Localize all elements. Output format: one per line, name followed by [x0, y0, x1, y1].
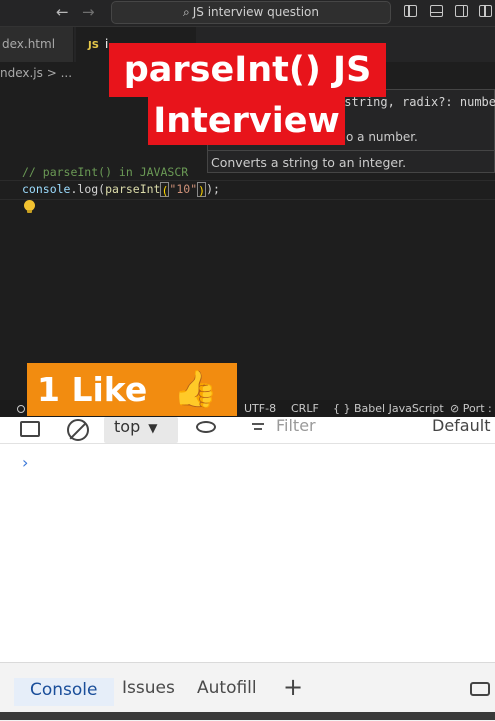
status-language[interactable]: { } Babel JavaScript — [333, 400, 444, 417]
search-text: JS interview question — [192, 5, 319, 19]
signature-text: string, radix?: numbe — [344, 95, 495, 109]
hover-doc: Converts a string to an integer. — [211, 155, 407, 170]
code-token: parseInt — [105, 182, 161, 196]
command-center-search[interactable]: ⌕ JS interview question — [111, 1, 391, 24]
code-comment-line: // parseInt() in JAVASCR — [22, 165, 189, 179]
js-file-icon: JS — [88, 40, 99, 51]
drawer-tab-issues[interactable]: Issues — [122, 678, 175, 698]
hover-description: o a number. — [346, 130, 418, 144]
caret-down-icon: ▼ — [148, 421, 158, 435]
status-encoding[interactable]: UTF-8 — [244, 400, 276, 417]
filter-input[interactable]: Filter — [276, 417, 316, 435]
toggle-primary-sidebar-icon[interactable] — [404, 5, 417, 17]
console-prompt-icon: › — [22, 453, 29, 472]
code-console-log-line: console.log(parseInt("10")); — [22, 181, 220, 198]
live-expression-eye-icon[interactable] — [196, 421, 216, 433]
like-badge: 1 Like 👍 — [27, 363, 237, 416]
console-output[interactable]: › — [0, 444, 495, 662]
overlay-title-line-1: parseInt() JS — [109, 43, 386, 97]
tab-label: i — [104, 37, 109, 51]
toggle-panel-icon[interactable] — [430, 5, 443, 17]
bracket-match: ) — [197, 182, 207, 198]
tab-label: dex.html — [2, 37, 56, 51]
toggle-secondary-sidebar-icon[interactable] — [455, 5, 468, 17]
drawer-tab-console[interactable]: Console — [14, 678, 114, 706]
dock-side-icon[interactable] — [470, 682, 490, 696]
customize-layout-icon[interactable] — [479, 5, 492, 17]
title-bar: ← → ⌕ JS interview question — [0, 0, 495, 27]
filter-icon — [252, 423, 264, 431]
code-string: "10" — [169, 182, 198, 196]
lightbulb-icon[interactable] — [24, 200, 35, 213]
log-levels-dropdown[interactable]: Default — [432, 417, 490, 435]
broadcast-icon[interactable] — [14, 400, 28, 417]
forward-arrow-icon[interactable]: → — [82, 3, 95, 21]
back-arrow-icon[interactable]: ← — [56, 3, 69, 21]
show-sidebar-icon[interactable] — [20, 421, 40, 437]
context-label: top — [114, 417, 141, 436]
tab-index-html[interactable]: dex.html — [0, 27, 74, 62]
code-token: ); — [206, 182, 220, 196]
devtools-console-toolbar: top ▼ Filter Default — [0, 417, 495, 444]
drawer-tab-autofill[interactable]: Autofill — [197, 678, 257, 698]
like-text: 1 Like — [37, 370, 148, 409]
divider — [208, 150, 494, 151]
code-token: console — [22, 182, 71, 196]
context-selector[interactable]: top ▼ — [104, 417, 178, 443]
status-port[interactable]: ⊘ Port : — [450, 400, 492, 417]
add-tab-plus-icon[interactable]: + — [283, 673, 303, 701]
thumbs-up-icon: 👍 — [173, 369, 218, 410]
overlay-title-line-2: Interview — [148, 97, 345, 145]
code-token: .log( — [70, 182, 106, 196]
status-eol[interactable]: CRLF — [291, 400, 319, 417]
search-icon: ⌕ — [183, 5, 190, 19]
clear-console-icon[interactable] — [67, 419, 89, 441]
window-bottom-edge — [0, 712, 495, 720]
